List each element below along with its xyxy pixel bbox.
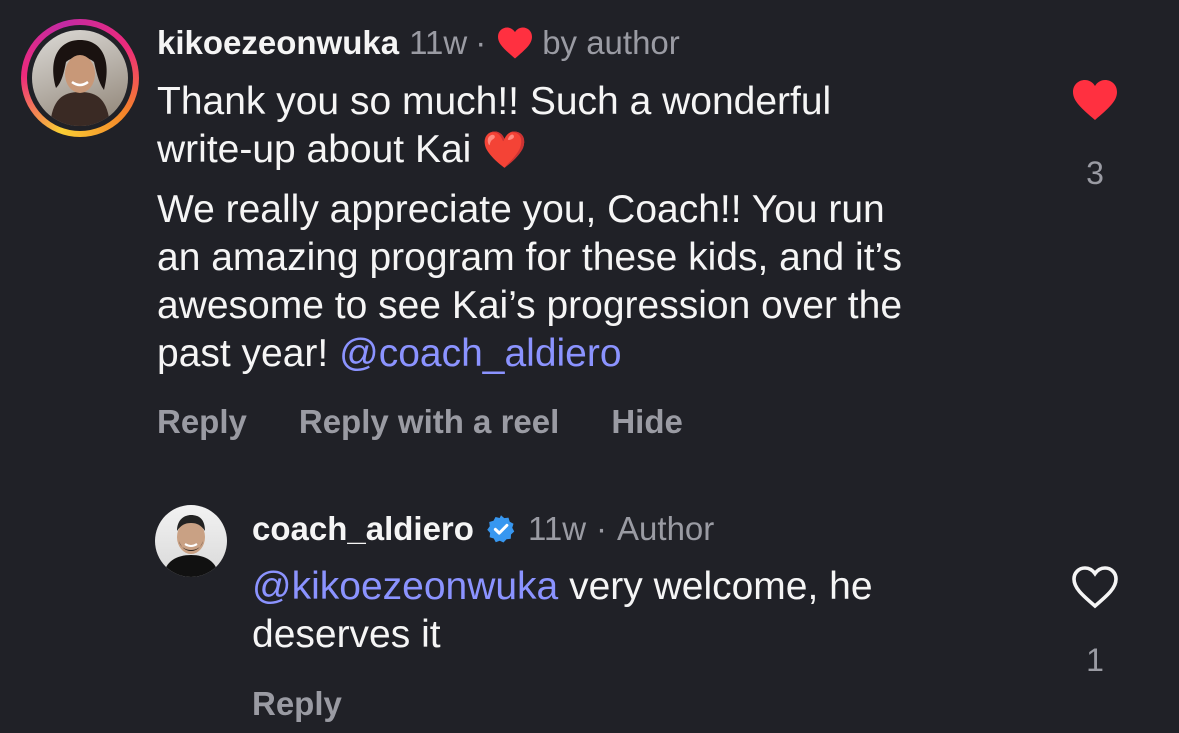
avatar-story-ring[interactable] — [21, 19, 139, 137]
comment-text-line: @kikoezeonwuka very welcome, he — [252, 563, 873, 611]
comment-text-line: write-up about Kai ❤️ — [157, 126, 902, 174]
comment-username[interactable]: coach_aldiero — [252, 510, 474, 548]
comment-actions: Reply Reply with a reel Hide — [157, 403, 735, 441]
comment-text-segment: write-up about Kai — [157, 128, 472, 171]
comment-text-line: an amazing program for these kids, and i… — [157, 236, 902, 279]
comment-coach-aldiero: coach_aldiero 11w · Author @kikoezeonwuk… — [0, 470, 1179, 733]
meta-separator: · — [475, 24, 487, 61]
mention-link[interactable]: @coach_aldiero — [339, 332, 621, 375]
hide-button[interactable]: Hide — [611, 403, 683, 441]
comment-text-line: awesome to see Kai’s progression over th… — [157, 284, 903, 327]
comment-username[interactable]: kikoezeonwuka — [157, 24, 399, 62]
comment-time: 11w — [527, 510, 587, 547]
like-count: 3 — [1086, 155, 1104, 191]
like-button[interactable] — [1065, 78, 1125, 127]
like-column: 1 — [1065, 565, 1125, 679]
comment-text-segment: very welcome, he — [558, 565, 873, 608]
like-button[interactable] — [1065, 565, 1125, 614]
comment-text-line: past year! @coach_aldiero — [157, 330, 902, 378]
verified-badge-icon — [486, 514, 516, 544]
comment-text-line: deserves it — [252, 613, 441, 656]
reply-button[interactable]: Reply — [157, 403, 247, 441]
comment-text: Thank you so much!! Such a wonderful wri… — [157, 78, 902, 378]
comment-text-line: We really appreciate you, Coach!! You ru… — [157, 188, 885, 231]
avatar-coach-aldiero[interactable] — [155, 505, 227, 577]
heart-emoji: ❤️ — [482, 129, 528, 170]
reply-with-reel-button[interactable]: Reply with a reel — [299, 403, 559, 441]
comment-text-line: Thank you so much!! Such a wonderful — [157, 80, 832, 123]
mention-link[interactable]: @kikoezeonwuka — [252, 565, 558, 608]
comment-text: @kikoezeonwuka very welcome, he deserves… — [252, 563, 873, 659]
author-label: Author — [617, 510, 715, 547]
comment-actions: Reply — [252, 685, 394, 723]
like-count: 1 — [1086, 642, 1104, 678]
heart-icon — [496, 26, 534, 60]
meta-separator: · — [596, 510, 608, 547]
liked-by-author-label: by author — [542, 24, 680, 61]
avatar-kikoezeonwuka — [32, 30, 128, 126]
comment-time: 11w — [409, 24, 468, 61]
reply-button[interactable]: Reply — [252, 685, 342, 723]
like-column: 3 — [1065, 78, 1125, 192]
comment-kikoezeonwuka: kikoezeonwuka 11w · by author Thank you … — [0, 0, 1179, 470]
comment-text-segment: past year! — [157, 332, 329, 375]
